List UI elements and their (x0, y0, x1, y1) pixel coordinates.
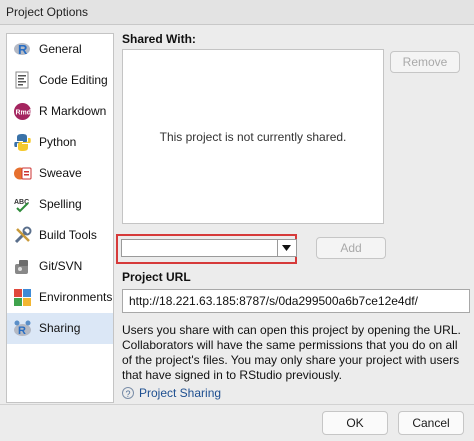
environments-icon (13, 288, 32, 307)
sidebar-item-label: Sweave (39, 166, 82, 180)
code-editing-icon (13, 71, 32, 90)
remove-button[interactable]: Remove (390, 51, 460, 73)
sidebar-item-label: Spelling (39, 197, 82, 211)
project-url-field[interactable]: http://18.221.63.185:8787/s/0da299500a6b… (122, 289, 470, 313)
sidebar-item-label: General (39, 42, 82, 56)
sidebar-item-sweave[interactable]: Sweave (7, 158, 113, 189)
project-sharing-link-text[interactable]: Project Sharing (139, 386, 221, 400)
python-icon (13, 133, 32, 152)
build-tools-icon (13, 226, 32, 245)
sharing-icon: R (13, 319, 32, 338)
project-url-label: Project URL (122, 270, 191, 284)
sidebar-item-general[interactable]: R General (7, 34, 113, 65)
sidebar-item-label: Python (39, 135, 77, 149)
footer-divider (0, 404, 474, 405)
title-bar: Project Options (0, 0, 474, 25)
sidebar-item-code-editing[interactable]: Code Editing (7, 65, 113, 96)
sidebar-item-label: Build Tools (39, 228, 97, 242)
empty-share-message: This project is not currently shared. (159, 130, 347, 144)
r-markdown-icon: Rmd (13, 102, 32, 121)
sidebar-item-label: Git/SVN (39, 259, 83, 273)
sidebar-item-build-tools[interactable]: Build Tools (7, 220, 113, 251)
sidebar-item-label: R Markdown (39, 104, 107, 118)
window-title: Project Options (6, 5, 89, 19)
help-icon: ? (122, 387, 134, 399)
sidebar-item-label: Sharing (39, 321, 81, 335)
sidebar-item-python[interactable]: Python (7, 127, 113, 158)
spelling-icon: ABC (13, 195, 32, 214)
sidebar-item-label: Code Editing (39, 73, 108, 87)
cancel-button[interactable]: Cancel (398, 411, 464, 435)
shared-with-label: Shared With: (122, 32, 196, 46)
svg-text:R: R (18, 42, 28, 57)
sidebar-item-label: Environments (39, 290, 113, 304)
options-sidebar: R General Code Editing Rmd R Markdown Py… (6, 33, 114, 403)
git-svn-icon (13, 257, 32, 276)
shared-users-list[interactable]: This project is not currently shared. (122, 49, 384, 224)
rmd-badge-text: Rmd (16, 110, 32, 117)
ok-button[interactable]: OK (322, 411, 388, 435)
sweave-icon (13, 164, 32, 183)
sidebar-item-git-svn[interactable]: Git/SVN (7, 251, 113, 282)
user-select[interactable] (121, 239, 297, 257)
svg-text:R: R (18, 325, 26, 337)
r-logo-icon: R (13, 40, 32, 59)
sidebar-item-sharing[interactable]: R Sharing (7, 313, 113, 344)
sharing-description: Users you share with can open this proje… (122, 323, 461, 382)
sidebar-item-spelling[interactable]: ABC Spelling (7, 189, 113, 220)
sidebar-item-environments[interactable]: Environments (7, 282, 113, 313)
chevron-down-icon[interactable] (277, 240, 296, 256)
sidebar-item-r-markdown[interactable]: Rmd R Markdown (7, 96, 113, 127)
add-button[interactable]: Add (316, 237, 386, 259)
